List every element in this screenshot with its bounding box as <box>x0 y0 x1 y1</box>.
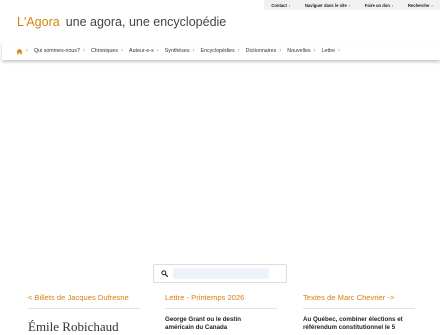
chevron-right-icon: › <box>338 48 341 54</box>
chevron-right-icon: › <box>279 48 282 54</box>
search-icon[interactable] <box>158 270 170 277</box>
search-input[interactable] <box>173 268 269 279</box>
nav-item-letter[interactable]: Lettre › <box>322 48 341 54</box>
home-icon <box>16 48 23 54</box>
chevron-right-icon: › <box>313 48 316 54</box>
post-title-left[interactable]: Émile Robichaud <box>28 319 119 335</box>
chevron-right-icon: › <box>431 2 433 8</box>
nav-item-encyclopedias[interactable]: Encyclopédies › <box>201 48 240 54</box>
search-link[interactable]: Recherche › <box>408 3 433 8</box>
chevron-right-icon: › <box>288 2 291 8</box>
search-link-label: Recherche <box>407 2 430 8</box>
site-brand: L'Agora une agora, une encyclopédie <box>17 15 226 29</box>
chevron-right-icon: › <box>348 2 351 8</box>
column-heading-middle[interactable]: Lettre - Printemps 2026 <box>165 293 244 302</box>
chevron-right-icon: › <box>237 48 240 54</box>
nav-item-label: Lettre <box>321 48 336 54</box>
nav-item-news[interactable]: Nouvelles › <box>287 48 315 54</box>
chevron-right-icon: › <box>391 2 394 8</box>
divider <box>165 308 277 309</box>
chevron-right-icon: › <box>156 48 159 54</box>
search-box <box>153 264 287 283</box>
contact-link-label: Contact <box>271 2 287 8</box>
donate-link[interactable]: Faire un don › <box>365 3 393 8</box>
browse-site-link[interactable]: Naviguer dans le site › <box>305 3 350 8</box>
nav-item-authors[interactable]: Auteur-e-s › <box>129 48 159 54</box>
divider <box>28 308 140 309</box>
nav-item-label: Qui sommes-nous? <box>34 48 80 54</box>
nav-item-syntheses[interactable]: Synthèses › <box>165 48 195 54</box>
nav-item-label: Synthèses <box>164 48 190 54</box>
donate-link-label: Faire un don <box>364 2 390 8</box>
chevron-right-icon: › <box>26 48 28 54</box>
nav-item-label: Nouvelles <box>287 48 311 54</box>
column-heading-left[interactable]: < Billets de Jacques Dufresne <box>28 293 129 302</box>
nav-item-label: Chroniques <box>90 48 119 54</box>
main-nav: › Qui sommes-nous? › Chroniques › Auteur-e… <box>2 42 440 60</box>
nav-item-label: Dictionnaires <box>245 48 277 54</box>
utility-nav: Contact › Naviguer dans le site › Faire un… <box>264 0 440 10</box>
nav-item-dictionaries[interactable]: Dictionnaires › <box>246 48 282 54</box>
nav-item-about[interactable]: Qui sommes-nous? › <box>34 48 85 54</box>
contact-link[interactable]: Contact › <box>271 3 290 8</box>
column-heading-right[interactable]: Textes de Marc Chevrier -> <box>303 293 394 302</box>
post-title-right[interactable]: Au Québec, combiner élections et référen… <box>303 316 403 332</box>
browse-site-link-label: Naviguer dans le site <box>304 2 347 8</box>
chevron-right-icon: › <box>82 48 85 54</box>
nav-item-label: Auteur-e-s <box>129 48 154 54</box>
chevron-right-icon: › <box>192 48 195 54</box>
post-title-middle[interactable]: George Grant ou le destin américain du C… <box>165 316 265 332</box>
nav-item-chroniques[interactable]: Chroniques › <box>91 48 123 54</box>
site-tagline: une agora, une encyclopédie <box>65 15 227 29</box>
site-logo[interactable]: L'Agora <box>17 15 60 29</box>
divider <box>303 308 415 309</box>
home-link[interactable]: › <box>16 48 28 55</box>
nav-item-label: Encyclopédies <box>200 48 235 54</box>
chevron-right-icon: › <box>121 48 124 54</box>
